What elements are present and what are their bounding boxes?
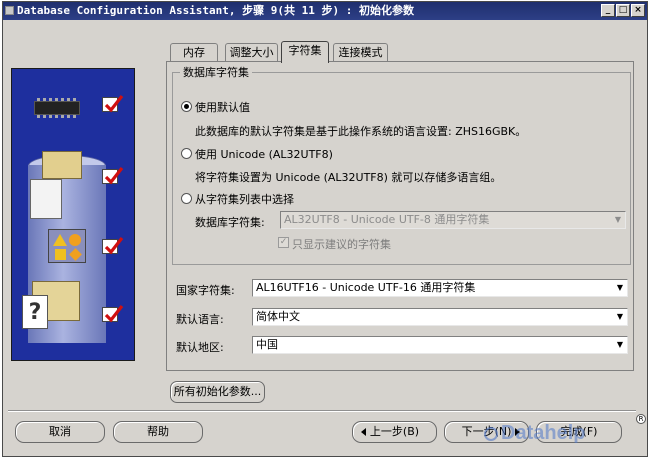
national-charset-value: AL16UTF16 - Unicode UTF-16 通用字符集 (256, 281, 476, 294)
back-button-label: 上一步(B) (369, 425, 420, 438)
shapes-icon (48, 229, 86, 263)
wizard-illustration: ? (11, 68, 135, 361)
back-button[interactable]: 上一步(B) (352, 421, 437, 443)
use-default-label: 使用默认值 (195, 101, 250, 114)
registered-mark-icon: R (636, 414, 646, 424)
show-recommended-label: 只显示建议的字符集 (292, 238, 391, 251)
chevron-down-icon: ▼ (616, 340, 624, 349)
window-title: Database Configuration Assistant, 步骤 9(共… (17, 4, 415, 17)
minimize-button[interactable]: _ (601, 4, 615, 17)
footer-separator (8, 410, 636, 412)
title-bar: Database Configuration Assistant, 步骤 9(共… (3, 2, 647, 20)
tab-connection-mode[interactable]: 连接模式 (333, 43, 388, 62)
checkmark-icon (102, 237, 124, 255)
database-charset-value: AL32UTF8 - Unicode UTF-8 通用字符集 (284, 213, 490, 226)
watermark-logo-icon (484, 426, 498, 441)
default-language-label: 默认语言: (176, 313, 224, 326)
tab-sizing[interactable]: 调整大小 (225, 43, 278, 62)
default-language-value: 简体中文 (256, 310, 300, 323)
help-button[interactable]: 帮助 (113, 421, 203, 443)
chip-icon (34, 98, 80, 118)
group-legend: 数据库字符集 (180, 64, 252, 80)
documents-icon (25, 179, 62, 226)
use-unicode-label: 使用 Unicode (AL32UTF8) (195, 148, 333, 161)
national-charset-select[interactable]: AL16UTF16 - Unicode UTF-16 通用字符集 ▼ (252, 279, 628, 297)
radio-choose-from-list[interactable] (181, 193, 192, 204)
radio-use-default[interactable] (181, 101, 192, 112)
chevron-down-icon: ▼ (616, 283, 624, 292)
show-recommended-checkbox[interactable]: ✓ (278, 237, 289, 248)
tab-memory[interactable]: 内存 (170, 43, 218, 62)
checkmark-icon (102, 305, 124, 323)
close-button[interactable]: × (631, 4, 645, 17)
database-charset-select[interactable]: AL32UTF8 - Unicode UTF-8 通用字符集 ▼ (280, 211, 626, 229)
cancel-button[interactable]: 取消 (15, 421, 105, 443)
checkmark-icon (102, 167, 124, 185)
default-territory-select[interactable]: 中国 ▼ (252, 336, 628, 354)
folder-icon (42, 151, 82, 179)
tab-character-sets[interactable]: 字符集 (281, 41, 329, 63)
chevron-down-icon: ▼ (614, 215, 622, 224)
use-default-description: 此数据库的默认字符集是基于此操作系统的语言设置: ZHS16GBK。 (195, 125, 527, 138)
database-charset-field-label: 数据库字符集: (195, 216, 265, 229)
chevron-left-icon (361, 428, 366, 436)
radio-use-unicode[interactable] (181, 148, 192, 159)
question-document-icon: ? (22, 295, 48, 329)
default-territory-label: 默认地区: (176, 341, 224, 354)
national-charset-label: 国家字符集: (176, 284, 235, 297)
chevron-down-icon: ▼ (616, 312, 624, 321)
default-territory-value: 中国 (256, 338, 278, 351)
all-init-params-button[interactable]: 所有初始化参数... (170, 381, 265, 403)
default-language-select[interactable]: 简体中文 ▼ (252, 308, 628, 326)
app-icon (5, 6, 14, 15)
checkmark-icon (102, 95, 124, 113)
choose-from-list-label: 从字符集列表中选择 (195, 193, 294, 206)
maximize-button[interactable]: □ (616, 4, 630, 17)
use-unicode-description: 将字符集设置为 Unicode (AL32UTF8) 就可以存储多语言组。 (195, 171, 502, 184)
watermark: Datahelp (484, 422, 585, 445)
